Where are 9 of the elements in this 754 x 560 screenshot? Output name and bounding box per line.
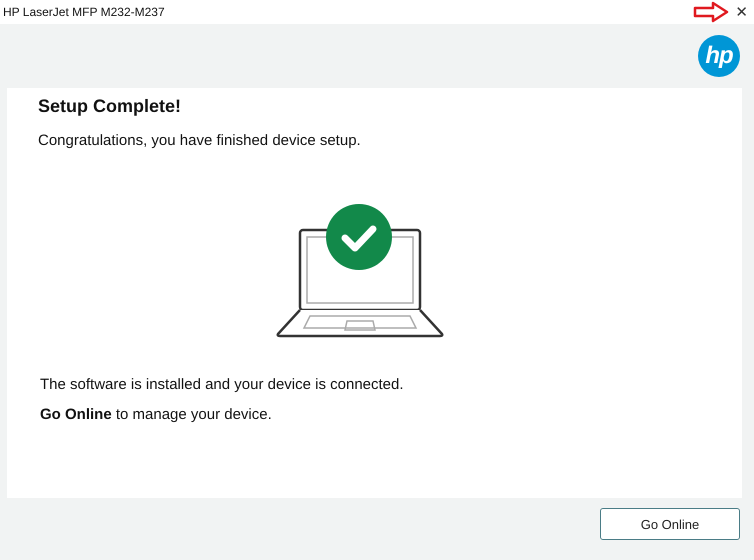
go-online-button[interactable]: Go Online <box>600 508 740 540</box>
close-button[interactable]: ✕ <box>729 3 754 21</box>
subtitle: Congratulations, you have finished device setup. <box>38 132 362 149</box>
logo: hp <box>698 35 740 77</box>
arrow-icon <box>693 1 730 23</box>
window-title: HP LaserJet MFP M232-M237 <box>3 5 165 19</box>
status-text: The software is installed and your device is connected. <box>39 376 405 393</box>
heading: Setup Complete! <box>38 96 182 117</box>
hint-text: Go Online to manage your device. <box>39 406 273 423</box>
